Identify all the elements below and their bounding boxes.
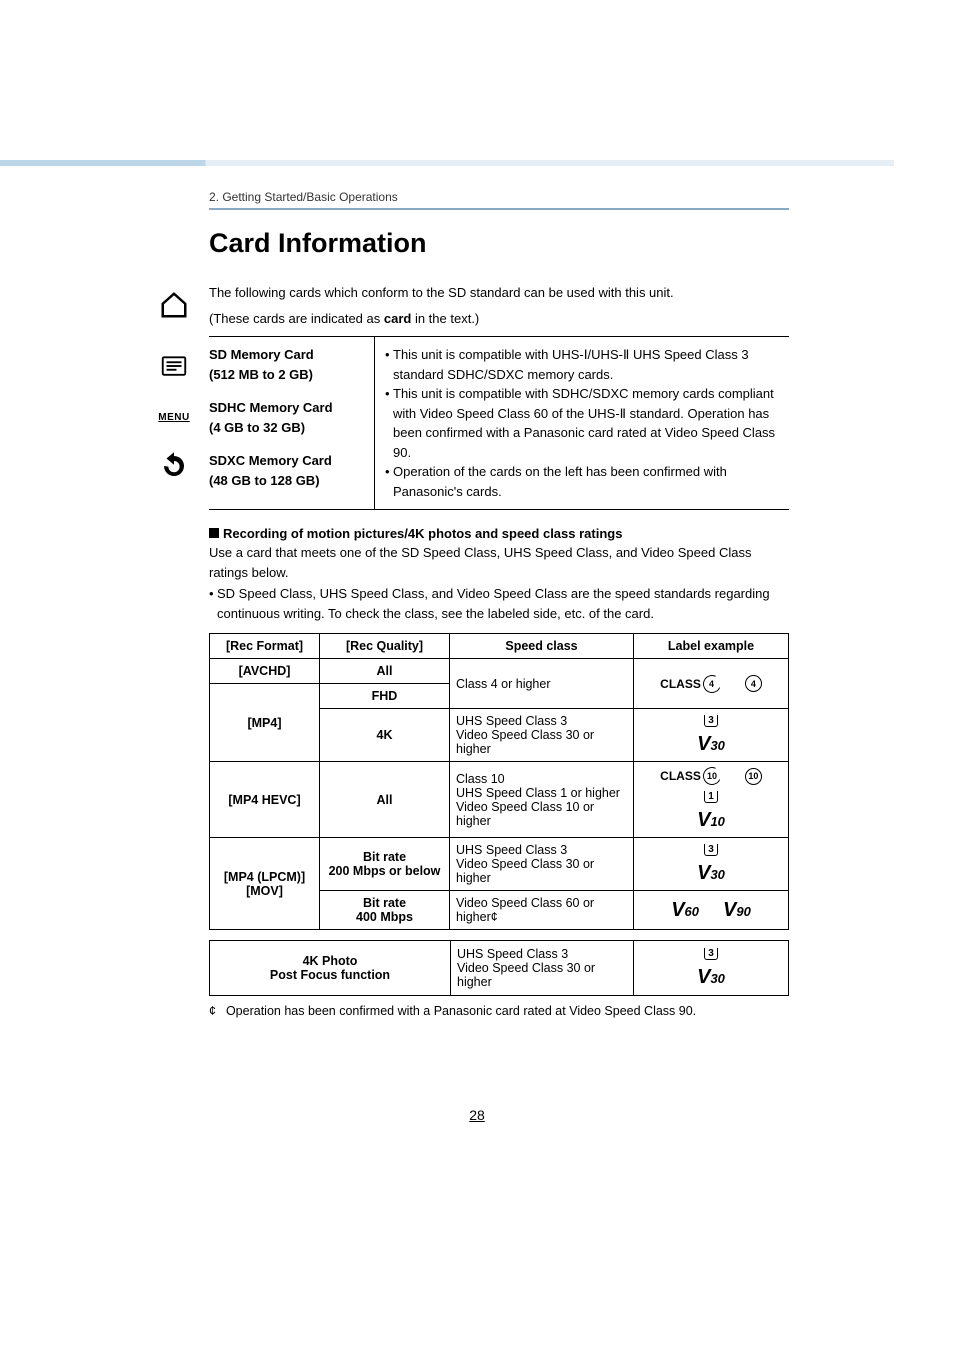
sdxc-card-cap: (48 GB to 128 GB) <box>209 471 368 491</box>
sdhc-card-cap: (4 GB to 32 GB) <box>209 418 368 438</box>
cell-uhs3: UHS Speed Class 3 Video Speed Class 30 o… <box>450 709 634 762</box>
breadcrumb: 2. Getting Started/Basic Operations <box>209 190 789 204</box>
footnote: ¢ Operation has been confirmed with a Pa… <box>209 1004 789 1018</box>
cell-avchd: [AVCHD] <box>210 659 320 684</box>
menu-icon[interactable]: MENU <box>158 412 189 423</box>
cell-mp4lpcm: [MP4 (LPCM)] [MOV] <box>210 838 320 930</box>
th-speed-class: Speed class <box>450 634 634 659</box>
sd-card-title: SD Memory Card <box>209 345 368 365</box>
back-icon[interactable] <box>159 451 189 484</box>
page-number: 28 <box>0 1107 954 1123</box>
cell-class4: Class 4 or higher <box>450 659 634 709</box>
card-types-list: SD Memory Card (512 MB to 2 GB) SDHC Mem… <box>209 337 374 509</box>
cell-4kphoto-speed: UHS Speed Class 3 Video Speed Class 30 o… <box>451 941 634 996</box>
contents-icon[interactable] <box>159 351 189 384</box>
sd-card-cap: (512 MB to 2 GB) <box>209 365 368 385</box>
cell-hevc-speed: Class 10 UHS Speed Class 1 or higher Vid… <box>450 762 634 838</box>
cell-label-br400: V60 V90 <box>634 891 789 930</box>
speed-class-table: [Rec Format] [Rec Quality] Speed class L… <box>209 633 789 930</box>
card-compat-notes: •This unit is compatible with UHS-Ⅰ/UHS-… <box>374 337 789 509</box>
home-icon[interactable] <box>159 290 189 323</box>
sub-para: Use a card that meets one of the SD Spee… <box>209 543 789 582</box>
cell-4k: 4K <box>320 709 450 762</box>
divider <box>209 208 789 210</box>
sub-note: •SD Speed Class, UHS Speed Class, and Vi… <box>209 584 789 623</box>
cell-hevc-all: All <box>320 762 450 838</box>
th-label-example: Label example <box>634 634 789 659</box>
sdxc-card-title: SDXC Memory Card <box>209 451 368 471</box>
cell-br400-speed: Video Speed Class 60 or higher¢ <box>450 891 634 930</box>
cell-mp4: [MP4] <box>210 684 320 762</box>
subheading: Recording of motion pictures/4K photos a… <box>209 526 789 541</box>
sidebar-nav: MENU <box>150 290 198 484</box>
sdhc-card-title: SDHC Memory Card <box>209 398 368 418</box>
th-rec-format: [Rec Format] <box>210 634 320 659</box>
page-title: Card Information <box>209 228 789 259</box>
intro-text: The following cards which conform to the… <box>209 283 789 303</box>
cell-all: All <box>320 659 450 684</box>
cell-label-hevc: CLASS10 10 1 V10 <box>634 762 789 838</box>
cell-br200-speed: UHS Speed Class 3 Video Speed Class 30 o… <box>450 838 634 891</box>
speed-class-table-2: 4K Photo Post Focus function UHS Speed C… <box>209 940 789 996</box>
header-strip <box>0 160 894 166</box>
th-rec-quality: [Rec Quality] <box>320 634 450 659</box>
intro-text-2: (These cards are indicated as card in th… <box>209 309 789 329</box>
cell-4kphoto: 4K Photo Post Focus function <box>210 941 451 996</box>
card-compat-box: SD Memory Card (512 MB to 2 GB) SDHC Mem… <box>209 336 789 510</box>
cell-label-uhs3: 3 V30 <box>634 709 789 762</box>
cell-br400: Bit rate 400 Mbps <box>320 891 450 930</box>
cell-label-class4: CLASS4 4 <box>634 659 789 709</box>
cell-label-br200: 3 V30 <box>634 838 789 891</box>
cell-br200: Bit rate 200 Mbps or below <box>320 838 450 891</box>
cell-mp4hevc: [MP4 HEVC] <box>210 762 320 838</box>
page-content: 2. Getting Started/Basic Operations Card… <box>209 190 789 1018</box>
cell-label-4kphoto: 3 V30 <box>634 941 789 996</box>
cell-fhd: FHD <box>320 684 450 709</box>
